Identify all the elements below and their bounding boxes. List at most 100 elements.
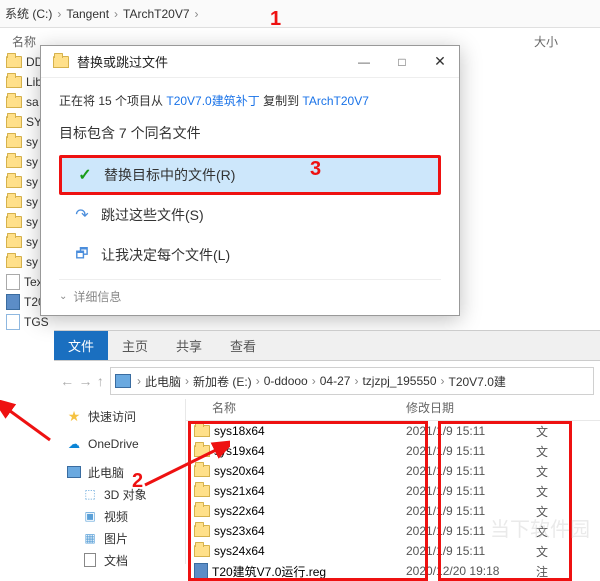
folder-icon (194, 425, 210, 437)
table-row[interactable]: sys21x642021/1/9 15:11文 (186, 481, 600, 501)
chevron-right-icon: › (183, 374, 191, 388)
replace-option-label: 替换目标中的文件(R) (104, 165, 235, 185)
chevron-right-icon: › (55, 7, 63, 21)
file-list-header: 名称 修改日期 (186, 399, 600, 421)
table-row[interactable]: sys24x642021/1/9 15:11文 (186, 541, 600, 561)
col-date-header[interactable]: 修改日期 (406, 399, 536, 420)
minimize-button[interactable]: — (345, 46, 383, 78)
up-button[interactable]: ↑ (97, 373, 104, 389)
reg-file-icon (6, 294, 20, 310)
crumb-part[interactable]: 0-ddooo (262, 374, 310, 388)
list-item[interactable]: sy (0, 252, 40, 272)
document-icon (82, 552, 98, 568)
table-row[interactable]: sys22x642021/1/9 15:11文 (186, 501, 600, 521)
crumb-part[interactable]: 系统 (C:) (2, 5, 55, 22)
table-row[interactable]: sys23x642021/1/9 15:11文 (186, 521, 600, 541)
table-row[interactable]: sys19x642021/1/9 15:11文 (186, 441, 600, 461)
sidebar-item-quickaccess[interactable]: ★快速访问 (54, 405, 185, 427)
crumb-part[interactable]: TArchT20V7 (120, 7, 192, 21)
tab-view[interactable]: 查看 (216, 331, 270, 360)
tab-home[interactable]: 主页 (108, 331, 162, 360)
table-row[interactable]: sys18x642021/1/9 15:11文 (186, 421, 600, 441)
folder-icon (6, 156, 22, 168)
details-toggle[interactable]: ⌄ 详细信息 (59, 279, 441, 305)
source-link[interactable]: T20V7.0建筑补丁 (166, 94, 259, 108)
folder-icon (194, 505, 210, 517)
chevron-right-icon: › (135, 374, 143, 388)
tab-file[interactable]: 文件 (54, 331, 108, 360)
crumb-part[interactable]: 04-27 (318, 374, 353, 388)
explorer-window-secondary: 文件 主页 共享 查看 ← → ↑ › 此电脑› 新加卷 (E:)› 0-ddo… (54, 330, 600, 562)
col-name-header[interactable]: 名称 (12, 33, 36, 50)
folder-icon (194, 465, 210, 477)
col-name-header[interactable]: 名称 (186, 399, 406, 420)
folder-list-main: DD Lib sa SY sy sy sy sy sy sy sy Tex T2… (0, 52, 40, 332)
crumb-part[interactable]: 新加卷 (E:) (191, 373, 254, 390)
dialog-titlebar[interactable]: 替换或跳过文件 — □ ✕ (41, 46, 459, 78)
back-button[interactable]: ← (60, 373, 74, 389)
list-item[interactable]: Lib (0, 72, 40, 92)
list-item[interactable]: sy (0, 132, 40, 152)
crumb-part[interactable]: 此电脑 (143, 373, 183, 390)
star-icon: ★ (66, 408, 82, 424)
folder-icon (194, 445, 210, 457)
list-item[interactable]: TGS (0, 312, 40, 332)
pc-icon (66, 464, 82, 480)
crumb-part[interactable]: tzjzpj_195550 (360, 374, 438, 388)
list-item[interactable]: Tex (0, 272, 40, 292)
dialog-title: 替换或跳过文件 (77, 52, 345, 71)
folder-icon (194, 545, 210, 557)
arrow-icon (0, 400, 60, 450)
list-item[interactable]: sy (0, 192, 40, 212)
check-icon: ✓ (76, 166, 94, 184)
dialog-subtitle: 目标包含 7 个同名文件 (59, 123, 441, 143)
col-size-header[interactable]: 大小 (534, 33, 558, 50)
list-item[interactable]: sy (0, 232, 40, 252)
sidebar-item-documents[interactable]: 文档 (54, 549, 185, 571)
folder-icon (6, 96, 22, 108)
table-row[interactable]: T20建筑V7.0运行.reg2020/12/20 19:18注 (186, 561, 600, 581)
chevron-right-icon: › (112, 7, 120, 21)
list-item[interactable]: sa (0, 92, 40, 112)
sidebar-item-thispc[interactable]: 此电脑 (54, 461, 185, 483)
list-item[interactable]: sy (0, 152, 40, 172)
sidebar-item-3dobjects[interactable]: ⬚3D 对象 (54, 483, 185, 505)
decide-option[interactable]: 🗗 让我决定每个文件(L) (59, 235, 441, 275)
decide-option-label: 让我决定每个文件(L) (101, 245, 230, 265)
folder-icon (53, 56, 69, 68)
video-icon: ▣ (82, 508, 98, 524)
sidebar-item-videos[interactable]: ▣视频 (54, 505, 185, 527)
close-button[interactable]: ✕ (421, 46, 459, 78)
details-label: 详细信息 (73, 288, 121, 305)
list-item[interactable]: sy (0, 212, 40, 232)
list-item[interactable]: DD (0, 52, 40, 72)
sidebar-item-onedrive[interactable]: ☁OneDrive (54, 433, 185, 455)
cube-icon: ⬚ (82, 486, 98, 502)
dest-link[interactable]: TArchT20V7 (302, 94, 368, 108)
breadcrumb-secondary[interactable]: › 此电脑› 新加卷 (E:)› 0-ddooo› 04-27› tzjzpj_… (110, 367, 594, 395)
chevron-right-icon: › (439, 374, 447, 388)
list-item[interactable]: sy (0, 172, 40, 192)
skip-option[interactable]: ↷ 跳过这些文件(S) (59, 195, 441, 235)
skip-option-label: 跳过这些文件(S) (101, 205, 204, 225)
picture-icon: ▦ (82, 530, 98, 546)
folder-icon (6, 236, 22, 248)
sidebar: ★快速访问 ☁OneDrive 此电脑 ⬚3D 对象 ▣视频 ▦图片 文档 (54, 399, 186, 564)
tab-share[interactable]: 共享 (162, 331, 216, 360)
list-item[interactable]: T20 (0, 292, 40, 312)
replace-skip-dialog: 替换或跳过文件 — □ ✕ 正在将 15 个项目从 T20V7.0建筑补丁 复制… (40, 45, 460, 316)
forward-button[interactable]: → (78, 373, 92, 389)
folder-icon (6, 196, 22, 208)
file-icon (6, 314, 20, 330)
folder-icon (6, 216, 22, 228)
maximize-button[interactable]: □ (383, 46, 421, 78)
table-row[interactable]: sys20x642021/1/9 15:11文 (186, 461, 600, 481)
replace-option[interactable]: ✓ 替换目标中的文件(R) (59, 155, 441, 195)
list-item[interactable]: SY (0, 112, 40, 132)
crumb-part[interactable]: Tangent (63, 7, 112, 21)
folder-icon (194, 525, 210, 537)
breadcrumb-main[interactable]: 系统 (C:) › Tangent › TArchT20V7 › (0, 0, 600, 28)
sidebar-item-pictures[interactable]: ▦图片 (54, 527, 185, 549)
folder-icon (6, 176, 22, 188)
crumb-part[interactable]: T20V7.0建 (447, 373, 508, 390)
